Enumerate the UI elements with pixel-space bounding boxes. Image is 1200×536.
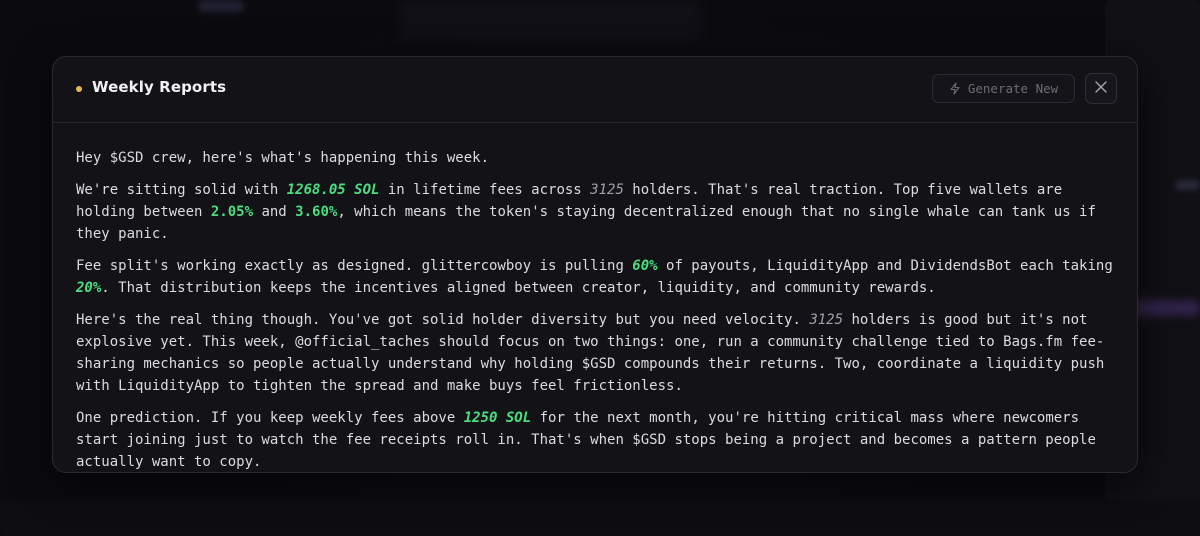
- text: of payouts, LiquidityApp and DividendsBo…: [657, 258, 1113, 274]
- background-element: [1175, 180, 1200, 190]
- partner-share-percent: 20%: [76, 280, 102, 296]
- text: Fee split's working exactly as designed.…: [76, 258, 633, 274]
- weekly-reports-modal: Weekly Reports Generate New Hey $GSD cre…: [52, 56, 1138, 473]
- report-body: Hey $GSD crew, here's what's happening t…: [53, 123, 1137, 472]
- close-icon: [1094, 79, 1108, 98]
- creator-share-percent: 60%: [632, 258, 658, 274]
- greeting-text: Hey $GSD crew, here's what's happening t…: [76, 150, 490, 166]
- report-greeting: Hey $GSD crew, here's what's happening t…: [76, 147, 1114, 169]
- report-paragraph-prediction: One prediction. If you keep weekly fees …: [76, 407, 1114, 472]
- background-panel: [400, 0, 700, 40]
- holder-count: 3125: [590, 182, 624, 198]
- lifetime-fees-value: 1268.05 SOL: [286, 182, 380, 198]
- text: and: [253, 204, 296, 220]
- background-element: [198, 0, 244, 12]
- lightning-icon: [949, 82, 961, 95]
- report-paragraph-fees: We're sitting solid with 1268.05 SOL in …: [76, 179, 1114, 245]
- background-footer: [0, 500, 1200, 536]
- status-dot: [76, 86, 82, 92]
- modal-title: Weekly Reports: [92, 78, 227, 96]
- text: . That distribution keeps the incentives…: [101, 280, 936, 296]
- close-button[interactable]: [1085, 73, 1117, 104]
- modal-header: Weekly Reports Generate New: [53, 57, 1137, 123]
- text: in lifetime fees across: [379, 182, 591, 198]
- fee-threshold-value: 1250 SOL: [463, 410, 532, 426]
- report-paragraph-velocity: Here's the real thing though. You've got…: [76, 309, 1114, 397]
- top-wallet-low-percent: 2.05%: [210, 204, 254, 220]
- holder-count: 3125: [809, 312, 844, 328]
- text: One prediction. If you keep weekly fees …: [76, 410, 464, 426]
- report-paragraph-split: Fee split's working exactly as designed.…: [76, 255, 1114, 299]
- text: We're sitting solid with: [76, 182, 287, 198]
- top-wallet-high-percent: 3.60%: [295, 204, 338, 220]
- background-element: [1130, 300, 1200, 316]
- text: Here's the real thing though. You've got…: [76, 312, 810, 328]
- generate-new-button[interactable]: Generate New: [932, 74, 1075, 103]
- generate-new-label: Generate New: [967, 81, 1059, 96]
